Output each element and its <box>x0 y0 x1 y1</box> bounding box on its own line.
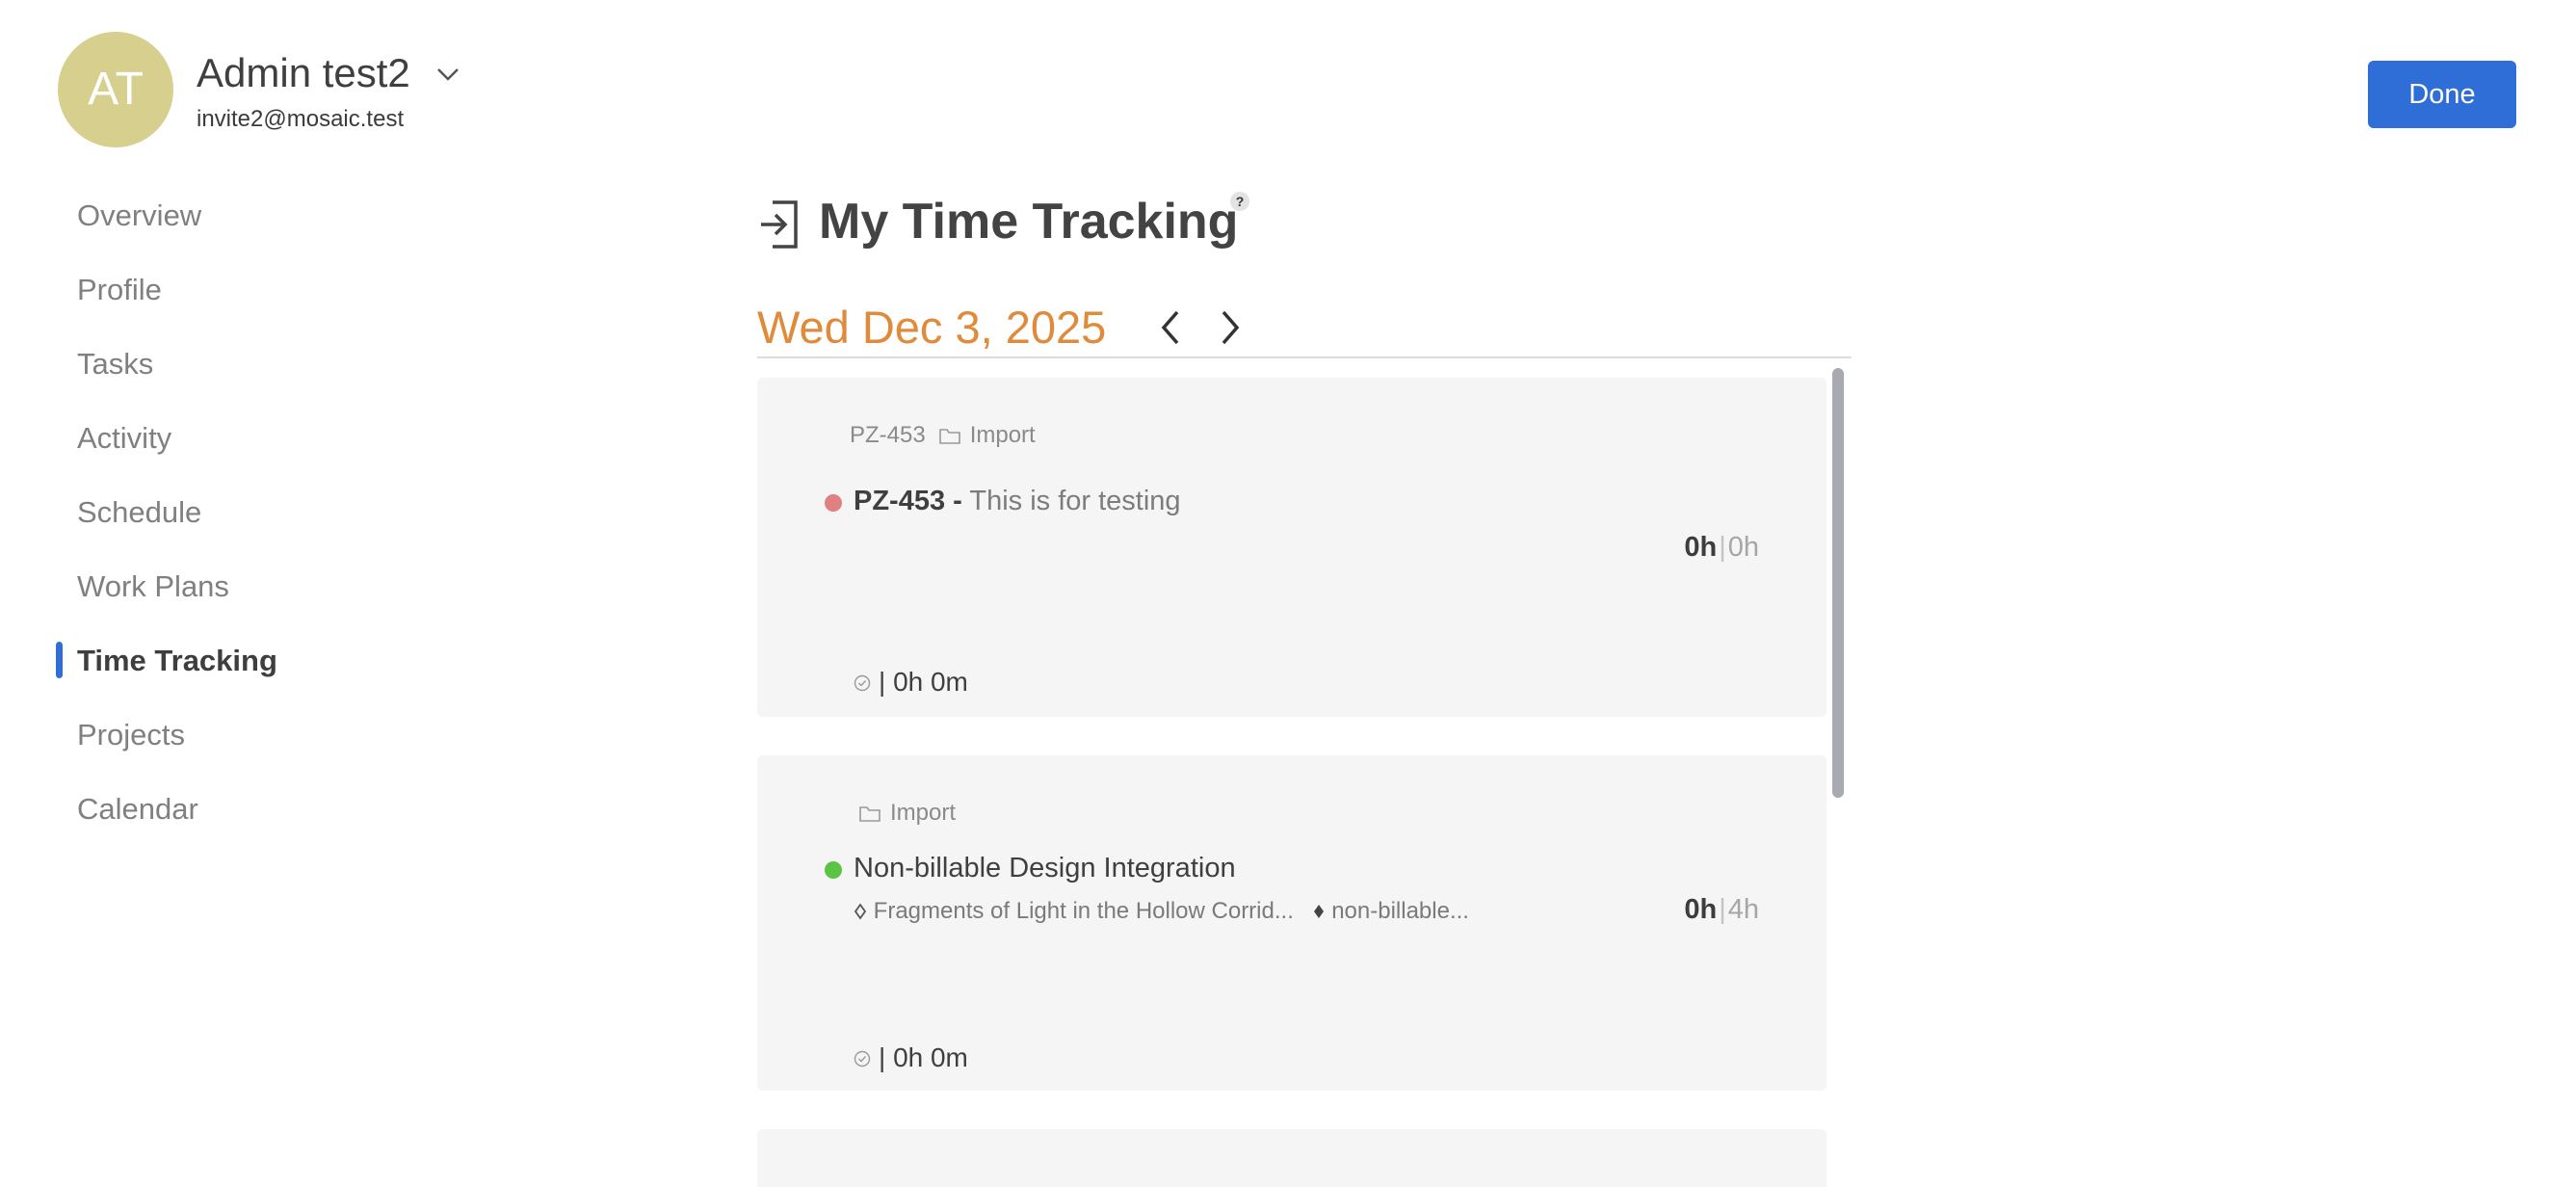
status-dot <box>825 861 842 879</box>
work-category[interactable]: non-billable... <box>1331 898 1469 924</box>
done-button[interactable]: Done <box>2368 61 2516 128</box>
logged-separator: | <box>879 1042 886 1072</box>
task-code[interactable]: PZ-453 <box>850 422 926 448</box>
time-entry-card[interactable]: Import Non-billable Design Integration F… <box>757 755 1827 1091</box>
sidebar-item-label: Profile <box>77 273 162 306</box>
time-tracking-app: AT Admin test2 invite2@mosaic.test Done … <box>0 0 2576 1187</box>
user-email: invite2@mosaic.test <box>197 106 405 132</box>
sidebar-item-activity[interactable]: Activity <box>0 411 385 486</box>
actual-hours: 0h <box>1684 894 1718 925</box>
sidebar-item-schedule[interactable]: Schedule <box>0 486 385 560</box>
sidebar-item-work-plans[interactable]: Work Plans <box>0 560 385 634</box>
check-circle-icon <box>854 674 871 692</box>
hours-summary: 0h|4h <box>1684 894 1759 926</box>
sidebar-item-time-tracking[interactable]: Time Tracking <box>0 634 385 708</box>
entry-title[interactable]: Non-billable Design Integration <box>854 853 1236 884</box>
hours-summary: 0h|0h <box>1684 532 1759 564</box>
chevron-down-icon[interactable] <box>435 66 460 83</box>
chevron-left-icon[interactable] <box>1156 308 1185 347</box>
scrollbar-thumb[interactable] <box>1832 368 1844 798</box>
entry-title[interactable]: PZ-453 - This is for testing <box>854 486 1181 517</box>
hours-separator: | <box>1719 532 1726 563</box>
time-entries-list[interactable]: PZ-453 Import PZ-453 - This is for testin… <box>757 368 1852 1187</box>
entry-title-text: Non-billable Design Integration <box>854 853 1236 884</box>
sidebar-item-label: Work Plans <box>77 569 229 603</box>
logged-time-value: 0h 0m <box>893 667 968 697</box>
entry-meta: PZ-453 Import <box>850 422 1036 449</box>
sidebar-item-label: Schedule <box>77 495 202 529</box>
sidebar-item-profile[interactable]: Profile <box>0 263 385 337</box>
sidebar-item-projects[interactable]: Projects <box>0 708 385 782</box>
actual-hours: 0h <box>1684 532 1718 563</box>
sidebar-nav: Overview Profile Tasks Activity Schedule… <box>0 189 385 857</box>
logged-time[interactable]: | 0h 0m <box>854 667 968 698</box>
login-arrow-icon <box>761 200 798 249</box>
sidebar-item-label: Overview <box>77 198 202 232</box>
sidebar-item-label: Calendar <box>77 792 198 826</box>
help-icon[interactable]: ? <box>1230 192 1249 211</box>
sidebar-item-tasks[interactable]: Tasks <box>0 337 385 411</box>
sidebar-item-label: Time Tracking <box>77 644 277 677</box>
time-entry-card[interactable]: PZ-453 Import PZ-453 - This is for testin… <box>757 378 1827 717</box>
hours-separator: | <box>1719 894 1726 925</box>
folder-icon <box>938 429 960 444</box>
logged-time-value: 0h 0m <box>893 1042 968 1072</box>
folder-icon <box>859 806 881 822</box>
chevron-right-icon[interactable] <box>1216 308 1245 347</box>
planned-hours: 4h <box>1727 894 1759 925</box>
date-label[interactable]: Wed Dec 3, 2025 <box>757 301 1106 354</box>
diamond-filled-icon <box>1313 905 1324 918</box>
user-name[interactable]: Admin test2 <box>197 50 410 96</box>
phase-name[interactable]: Fragments of Light in the Hollow Corrid.… <box>874 898 1294 924</box>
check-circle-icon <box>854 1050 871 1068</box>
project-name[interactable]: Import <box>970 422 1036 448</box>
divider <box>757 356 1852 358</box>
entry-title-code: PZ-453 - <box>854 486 962 516</box>
project-name[interactable]: Import <box>890 800 956 826</box>
diamond-outline-icon <box>854 903 867 920</box>
avatar[interactable]: AT <box>58 32 173 147</box>
sidebar-item-label: Tasks <box>77 347 154 381</box>
logged-separator: | <box>879 667 886 697</box>
entry-title-text: This is for testing <box>969 486 1181 516</box>
sidebar-item-overview[interactable]: Overview <box>0 189 385 263</box>
logged-time[interactable]: | 0h 0m <box>854 1042 968 1073</box>
entry-phase-row: Fragments of Light in the Hollow Corrid.… <box>854 898 1469 925</box>
sidebar-item-label: Projects <box>77 718 185 752</box>
status-dot <box>825 494 842 512</box>
entry-meta: Import <box>859 800 956 827</box>
sidebar-item-label: Activity <box>77 421 172 455</box>
time-entry-card[interactable] <box>757 1129 1827 1187</box>
page-title: My Time Tracking <box>819 194 1239 250</box>
planned-hours: 0h <box>1727 532 1759 563</box>
sidebar-item-calendar[interactable]: Calendar <box>0 782 385 857</box>
